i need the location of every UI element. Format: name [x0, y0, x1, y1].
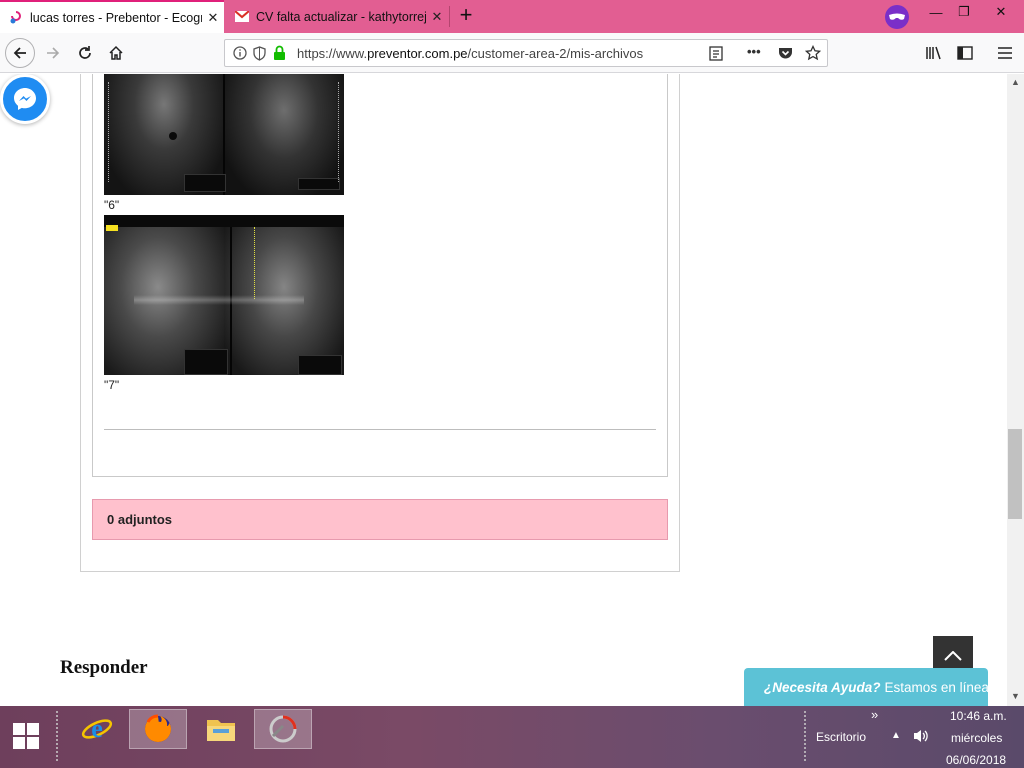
back-arrow-icon	[13, 47, 26, 59]
desktop-toolbar-label[interactable]: Escritorio	[816, 730, 866, 744]
close-window-button[interactable]: ✕	[978, 0, 1024, 24]
internet-explorer-icon: e	[81, 714, 113, 743]
scroll-down-arrow-icon[interactable]: ▼	[1007, 691, 1024, 705]
image-caption-7: "7"	[104, 378, 120, 392]
svg-text:e: e	[91, 714, 103, 743]
library-button[interactable]	[919, 38, 949, 68]
tab-title: lucas torres - Prebentor - Ecogr	[30, 10, 202, 25]
tab-close-icon[interactable]: ✕	[426, 9, 448, 25]
hamburger-menu-icon	[998, 47, 1012, 59]
home-icon	[109, 45, 123, 60]
divider	[104, 429, 656, 430]
volume-icon[interactable]	[912, 728, 930, 747]
show-hidden-icons-chevron-up-icon[interactable]: ▲	[891, 730, 901, 741]
tab-separator	[449, 6, 450, 27]
responder-heading: Responder	[60, 657, 148, 678]
help-chat-title: ¿Necesita Ayuda?	[764, 679, 881, 695]
snipping-app-taskbar-button[interactable]	[254, 709, 312, 749]
tab-cv-falta[interactable]: CV falta actualizar - kathytorrej ✕	[226, 0, 448, 33]
forward-button[interactable]	[38, 38, 68, 68]
navigation-toolbar: https://www.preventor.com.pe/customer-ar…	[0, 33, 1024, 73]
messenger-icon	[14, 88, 36, 110]
help-chat-status: Estamos en línea	[884, 679, 989, 695]
image-caption-6: "6"	[104, 198, 120, 212]
restore-button[interactable]: ❐	[950, 0, 978, 24]
bookmark-star-icon[interactable]	[804, 44, 822, 66]
scroll-up-arrow-icon[interactable]: ▲	[1007, 77, 1024, 91]
toolbar-expand-chevron[interactable]: »	[871, 707, 878, 722]
chevron-up-icon	[944, 651, 962, 661]
gmail-favicon-icon	[234, 9, 250, 25]
preventor-favicon-icon	[8, 10, 24, 26]
reader-view-icon[interactable]	[709, 46, 723, 66]
minimize-button[interactable]: —	[922, 0, 950, 24]
scrollbar-thumb[interactable]	[1008, 429, 1022, 519]
capture-app-icon	[269, 715, 297, 743]
file-explorer-taskbar-button[interactable]	[192, 709, 250, 749]
reload-button[interactable]	[70, 38, 100, 68]
ultrasound-image-testicle[interactable]	[104, 215, 344, 375]
clock-day[interactable]: miércoles	[951, 731, 1002, 745]
app-menu-button[interactable]	[990, 38, 1020, 68]
sidebar-button[interactable]	[950, 38, 980, 68]
clock-time[interactable]: 10:46 a.m.	[950, 709, 1007, 723]
ultrasound-image-uterus[interactable]	[104, 74, 344, 195]
clock-date[interactable]: 06/06/2018	[946, 753, 1006, 767]
tracking-shield-icon[interactable]	[253, 46, 266, 66]
start-button[interactable]	[0, 716, 52, 756]
forward-arrow-icon	[47, 47, 60, 59]
firefox-icon	[145, 714, 171, 742]
taskbar-grip[interactable]	[803, 710, 807, 762]
tab-close-icon[interactable]: ✕	[202, 10, 224, 26]
reload-icon	[79, 46, 91, 59]
back-button[interactable]	[5, 38, 35, 68]
firefox-taskbar-button[interactable]	[129, 709, 187, 749]
windows-taskbar: e » Escritorio ▲ 10:46 a.m. miércoles 06…	[0, 706, 1024, 768]
tab-lucas-torres[interactable]: lucas torres - Prebentor - Ecogr ✕	[0, 0, 224, 33]
web-page-content: "6" "7" 0 adjuntos Responder ¿Necesita A…	[0, 74, 1007, 706]
sidebar-icon	[957, 46, 973, 60]
tab-title: CV falta actualizar - kathytorrej	[256, 9, 426, 24]
info-icon[interactable]	[233, 46, 247, 65]
pocket-icon[interactable]	[778, 46, 793, 65]
private-browsing-icon	[885, 5, 909, 29]
messenger-button[interactable]	[0, 74, 50, 124]
tab-bar: lucas torres - Prebentor - Ecogr ✕ CV fa…	[0, 0, 1024, 33]
library-icon	[926, 46, 941, 60]
new-tab-button[interactable]: +	[455, 4, 477, 28]
page-actions-more-button[interactable]: •••	[747, 44, 761, 59]
secure-lock-icon	[273, 45, 286, 66]
attachments-bar: 0 adjuntos	[92, 499, 668, 540]
help-chat-widget[interactable]: ¿Necesita Ayuda? Estamos en línea	[744, 668, 989, 706]
home-button[interactable]	[101, 38, 131, 68]
internet-explorer-taskbar-button[interactable]: e	[68, 709, 126, 749]
vertical-scrollbar[interactable]: ▲ ▼	[1007, 74, 1024, 706]
url-bar[interactable]: https://www.preventor.com.pe/customer-ar…	[224, 39, 828, 67]
windows-logo-icon	[13, 723, 39, 749]
taskbar-grip[interactable]	[55, 710, 59, 762]
file-explorer-folder-icon	[207, 720, 235, 741]
url-text: https://www.preventor.com.pe/customer-ar…	[297, 46, 644, 61]
